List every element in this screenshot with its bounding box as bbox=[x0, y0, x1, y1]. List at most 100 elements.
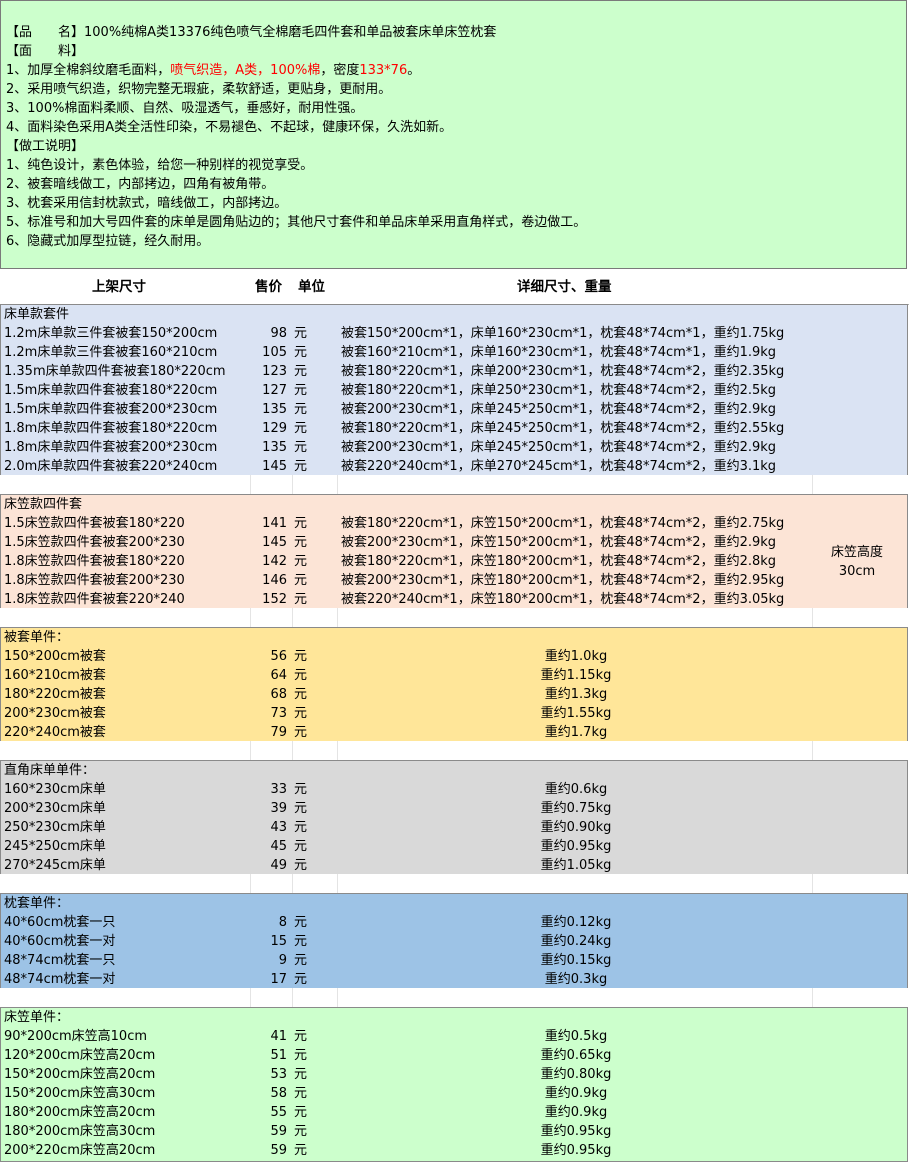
table-row: 180*200cm床笠高20cm 55 元 重约0.9kg bbox=[1, 1103, 907, 1122]
detail-cell: 被套180*220cm*1，床单200*230cm*1，枕套48*74cm*2，… bbox=[341, 364, 785, 379]
header-detail: 详细尺寸、重量 bbox=[517, 279, 612, 295]
detail-cell: 被套200*230cm*1，床单245*250cm*1，枕套48*74cm*2，… bbox=[341, 402, 777, 417]
detail-cell: 重约0.15kg bbox=[540, 953, 612, 968]
grid-line bbox=[337, 608, 338, 627]
price-cell: 68 bbox=[270, 687, 287, 702]
size-cell: 1.5床笠款四件套被套200*230 bbox=[4, 535, 185, 550]
section-title: 枕套单件： bbox=[4, 896, 70, 911]
table-row: 40*60cm枕套一对 15 元 重约0.24kg bbox=[1, 932, 907, 951]
unit-cell: 元 bbox=[294, 1124, 308, 1139]
price-cell: 142 bbox=[262, 554, 287, 569]
size-cell: 1.8床笠款四件套被套180*220 bbox=[4, 554, 185, 569]
info-line-craft-3: 3、枕套采用信封枕款式，暗线做工，内部拷边。 bbox=[6, 196, 288, 211]
grid-line bbox=[337, 741, 338, 760]
table-row: 150*200cm床笠高20cm 53 元 重约0.80kg bbox=[1, 1065, 907, 1084]
table-row: 1.8m床单款四件套被套200*230cm 135 元 被套200*230cm*1，床… bbox=[1, 438, 907, 457]
table-row: 250*230cm床单 43 元 重约0.90kg bbox=[1, 818, 907, 837]
size-cell: 120*200cm床笠高20cm bbox=[4, 1048, 156, 1063]
info-highlight: 133*76 bbox=[359, 63, 408, 78]
unit-cell: 元 bbox=[294, 459, 308, 474]
price-cell: 145 bbox=[262, 459, 287, 474]
detail-cell: 重约0.65kg bbox=[540, 1048, 612, 1063]
section-title: 被套单件： bbox=[4, 630, 70, 645]
unit-cell: 元 bbox=[294, 554, 308, 569]
info-highlight: 喷气织造，A类，100%棉 bbox=[170, 63, 321, 78]
table-row: 1.8m床单款四件套被套180*220cm 129 元 被套180*220cm*1，床… bbox=[1, 419, 907, 438]
detail-cell: 重约0.95kg bbox=[540, 839, 612, 854]
row-spacer bbox=[0, 608, 909, 627]
detail-cell: 重约1.55kg bbox=[540, 706, 612, 721]
note-line: 30cm bbox=[838, 564, 876, 579]
price-cell: 8 bbox=[278, 915, 287, 930]
table-row: 40*60cm枕套一只 8 元 重约0.12kg bbox=[1, 913, 907, 932]
size-cell: 1.35m床单款四件套被套180*220cm bbox=[4, 364, 226, 379]
price-cell: 135 bbox=[262, 402, 287, 417]
detail-cell: 重约0.5kg bbox=[544, 1029, 608, 1044]
table-row: 200*230cm床单 39 元 重约0.75kg bbox=[1, 799, 907, 818]
price-cell: 9 bbox=[278, 953, 287, 968]
unit-cell: 元 bbox=[294, 421, 308, 436]
price-cell: 59 bbox=[270, 1124, 287, 1139]
price-cell: 129 bbox=[262, 421, 287, 436]
info-line-name: 【品 名】100%纯棉A类13376纯色喷气全棉磨毛四件套和单品被套床单床笠枕套 bbox=[6, 25, 497, 40]
size-cell: 270*245cm床单 bbox=[4, 858, 106, 873]
grid-line bbox=[250, 475, 251, 494]
grid-line bbox=[292, 988, 293, 1007]
price-cell: 45 bbox=[270, 839, 287, 854]
price-cell: 43 bbox=[270, 820, 287, 835]
unit-cell: 元 bbox=[294, 801, 308, 816]
price-cell: 135 bbox=[262, 440, 287, 455]
grid-line bbox=[812, 475, 813, 494]
table-row: 48*74cm枕套一只 9 元 重约0.15kg bbox=[1, 951, 907, 970]
info-line-craft-2: 2、被套暗线做工，内部拷边，四角有被角带。 bbox=[6, 177, 275, 192]
size-cell: 1.2m床单款三件套被套150*200cm bbox=[4, 326, 218, 341]
row-spacer bbox=[0, 874, 909, 893]
detail-cell: 被套200*230cm*1，床笠180*200cm*1，枕套48*74cm*2，… bbox=[341, 573, 785, 588]
table-row: 1.5床笠款四件套被套180*220 141 元 被套180*220cm*1，床笠15… bbox=[1, 514, 907, 533]
grid-line bbox=[292, 741, 293, 760]
header-unit: 单位 bbox=[298, 279, 325, 295]
unit-cell: 元 bbox=[294, 1143, 308, 1158]
unit-cell: 元 bbox=[294, 820, 308, 835]
size-cell: 220*240cm被套 bbox=[4, 725, 106, 740]
table-row: 1.8床笠款四件套被套200*230 146 元 被套200*230cm*1，床笠18… bbox=[1, 571, 907, 590]
info-line-fabric-heading: 【面 料】 bbox=[6, 44, 85, 59]
detail-cell: 重约0.12kg bbox=[540, 915, 612, 930]
size-cell: 200*230cm床单 bbox=[4, 801, 106, 816]
section-flat: 床单款套件 1.2m床单款三件套被套150*200cm 98 元 被套150*200cm… bbox=[0, 304, 908, 478]
info-line-craft-heading: 【做工说明】 bbox=[6, 139, 85, 154]
size-cell: 1.8m床单款四件套被套180*220cm bbox=[4, 421, 218, 436]
detail-cell: 重约0.80kg bbox=[540, 1067, 612, 1082]
table-row: 120*200cm床笠高20cm 51 元 重约0.65kg bbox=[1, 1046, 907, 1065]
table-row: 245*250cm床单 45 元 重约0.95kg bbox=[1, 837, 907, 856]
section-title: 床单款套件 bbox=[4, 307, 70, 322]
detail-cell: 重约1.3kg bbox=[544, 687, 608, 702]
unit-cell: 元 bbox=[294, 668, 308, 683]
size-cell: 1.5床笠款四件套被套180*220 bbox=[4, 516, 185, 531]
size-cell: 40*60cm枕套一只 bbox=[4, 915, 116, 930]
price-cell: 141 bbox=[262, 516, 287, 531]
grid-line bbox=[292, 608, 293, 627]
price-cell: 127 bbox=[262, 383, 287, 398]
size-cell: 160*210cm被套 bbox=[4, 668, 106, 683]
price-cell: 123 bbox=[262, 364, 287, 379]
detail-cell: 重约0.95kg bbox=[540, 1124, 612, 1139]
price-cell: 33 bbox=[270, 782, 287, 797]
detail-cell: 重约1.7kg bbox=[544, 725, 608, 740]
price-cell: 55 bbox=[270, 1105, 287, 1120]
info-line-fabric-2: 2、采用喷气织造，织物完整无瑕疵，柔软舒适，更贴身，更耐用。 bbox=[6, 82, 392, 97]
note-line: 床笠高度 bbox=[830, 545, 883, 560]
grid-line bbox=[250, 874, 251, 893]
size-cell: 200*220cm床笠高20cm bbox=[4, 1143, 156, 1158]
detail-cell: 重约0.3kg bbox=[544, 972, 608, 987]
fitted-height-note: 床笠高度 30cm bbox=[817, 543, 897, 581]
grid-line bbox=[250, 988, 251, 1007]
price-cell: 56 bbox=[270, 649, 287, 664]
size-cell: 48*74cm枕套一只 bbox=[4, 953, 116, 968]
section-sheet: 直角床单单件： 160*230cm床单 33 元 重约0.6kg 200*230cm床单 3… bbox=[0, 760, 908, 877]
unit-cell: 元 bbox=[294, 934, 308, 949]
size-cell: 90*200cm床笠高10cm bbox=[4, 1029, 148, 1044]
detail-cell: 被套160*210cm*1，床单160*230cm*1，枕套48*74cm*1，… bbox=[341, 345, 777, 360]
table-row: 220*240cm被套 79 元 重约1.7kg bbox=[1, 723, 907, 742]
size-cell: 1.8床笠款四件套被套200*230 bbox=[4, 573, 185, 588]
